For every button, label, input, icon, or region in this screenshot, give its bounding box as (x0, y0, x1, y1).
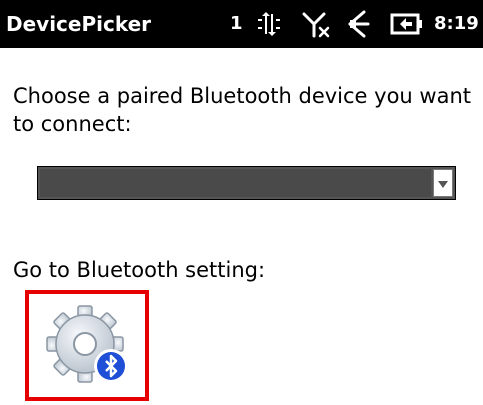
bluetooth-setting-label: Go to Bluetooth setting: (13, 258, 266, 282)
chevron-down-icon (438, 181, 448, 188)
battery-charging-icon (388, 0, 426, 48)
device-prompt: Choose a paired Bluetooth device you wan… (13, 84, 472, 136)
combo-dropdown-button[interactable] (433, 169, 453, 197)
device-combo[interactable] (37, 166, 456, 200)
bluetooth-settings-gear-icon (46, 305, 128, 383)
notification-count[interactable]: 1 (230, 11, 243, 37)
title-bar: DevicePicker 1 8:19 (0, 0, 483, 48)
app-title: DevicePicker (6, 12, 152, 36)
clock[interactable]: 8:19 (434, 11, 479, 37)
signal-off-icon (300, 0, 334, 48)
bluetooth-badge-icon (94, 349, 128, 383)
data-sync-icon (252, 0, 282, 48)
speaker-icon (342, 0, 372, 48)
device-combo-value[interactable] (40, 169, 431, 197)
bluetooth-settings-button[interactable] (25, 290, 149, 401)
